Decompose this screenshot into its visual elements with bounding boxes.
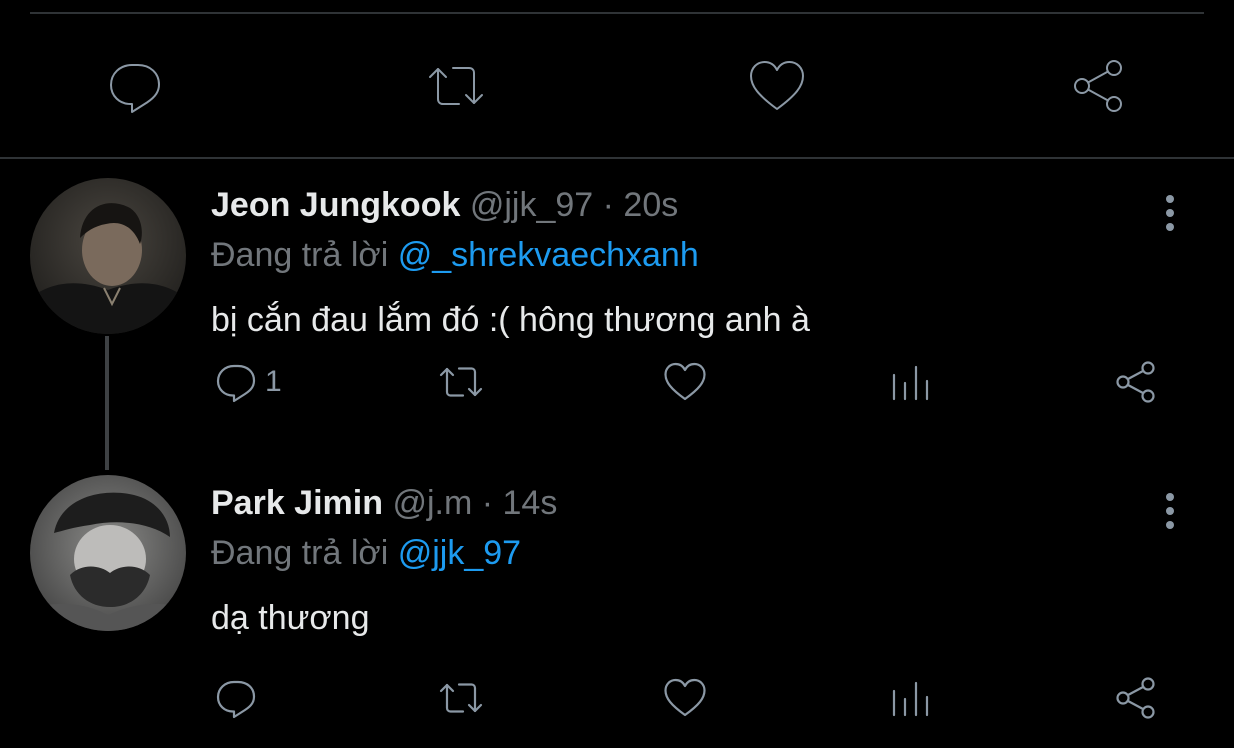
more-dot-icon	[1166, 493, 1174, 501]
more-dot-icon	[1166, 209, 1174, 217]
reply-icon	[216, 680, 256, 719]
share-icon	[1116, 677, 1155, 719]
more-dot-icon	[1166, 507, 1174, 515]
reply-icon	[216, 364, 256, 403]
analytics-button[interactable]	[888, 357, 934, 407]
tweet-header: Jeon Jungkook @jjk_97 · 20s	[211, 185, 678, 225]
share-button[interactable]	[1113, 357, 1159, 407]
replying-to-label: Đang trả lời	[211, 236, 389, 274]
analytics-icon	[892, 681, 929, 717]
analytics-icon	[892, 365, 929, 401]
display-name[interactable]: Park Jimin	[211, 484, 383, 522]
separator-dot: ·	[602, 186, 614, 224]
user-handle[interactable]: @jjk_97	[470, 186, 593, 224]
tweet-text: dạ thương	[211, 599, 370, 637]
reply-button[interactable]	[104, 55, 166, 117]
reply-button[interactable]	[213, 673, 265, 723]
retweet-icon	[439, 683, 483, 713]
heart-icon	[750, 61, 804, 110]
tweet-text: bị cắn đau lắm đó :( hông thương anh à	[211, 301, 810, 339]
like-button[interactable]	[662, 673, 708, 723]
mention-link[interactable]: @_shrekvaechxanh	[398, 236, 699, 274]
more-dot-icon	[1166, 521, 1174, 529]
share-button[interactable]	[1068, 55, 1130, 117]
like-button[interactable]	[746, 55, 808, 117]
analytics-button[interactable]	[888, 673, 934, 723]
main-tweet-actions	[0, 55, 1234, 117]
mention-link[interactable]: @jjk_97	[398, 534, 521, 572]
avatar-image	[30, 475, 186, 631]
top-divider	[30, 12, 1204, 14]
share-icon	[1116, 361, 1155, 403]
heart-icon	[664, 362, 706, 401]
tweet-actions: 1	[0, 357, 1234, 407]
like-button[interactable]	[662, 357, 708, 407]
retweet-icon	[439, 367, 483, 397]
reply-button[interactable]: 1	[213, 357, 282, 407]
more-options-button[interactable]	[1152, 489, 1188, 533]
tweet-actions	[0, 673, 1234, 723]
more-dot-icon	[1166, 223, 1174, 231]
share-button[interactable]	[1113, 673, 1159, 723]
tweet-header: Park Jimin @j.m · 14s	[211, 483, 557, 523]
avatar-image	[30, 178, 186, 334]
section-divider	[0, 157, 1234, 159]
retweet-button[interactable]	[438, 357, 484, 407]
display-name[interactable]: Jeon Jungkook	[211, 186, 460, 224]
retweet-button[interactable]	[425, 55, 487, 117]
avatar[interactable]	[30, 475, 186, 631]
retweet-icon	[429, 67, 483, 105]
share-icon	[1074, 60, 1122, 112]
replying-to-line: Đang trả lời @jjk_97	[211, 533, 521, 573]
timestamp[interactable]: 14s	[503, 484, 558, 522]
reply-count: 1	[265, 365, 282, 398]
more-dot-icon	[1166, 195, 1174, 203]
heart-icon	[664, 678, 706, 717]
replying-to-label: Đang trả lời	[211, 534, 389, 572]
timestamp[interactable]: 20s	[623, 186, 678, 224]
replying-to-line: Đang trả lời @_shrekvaechxanh	[211, 235, 699, 275]
separator-dot: ·	[481, 484, 494, 522]
more-options-button[interactable]	[1152, 191, 1188, 235]
retweet-button[interactable]	[438, 673, 484, 723]
avatar[interactable]	[30, 178, 186, 334]
reply-icon	[110, 64, 160, 113]
user-handle[interactable]: @j.m	[392, 484, 472, 522]
